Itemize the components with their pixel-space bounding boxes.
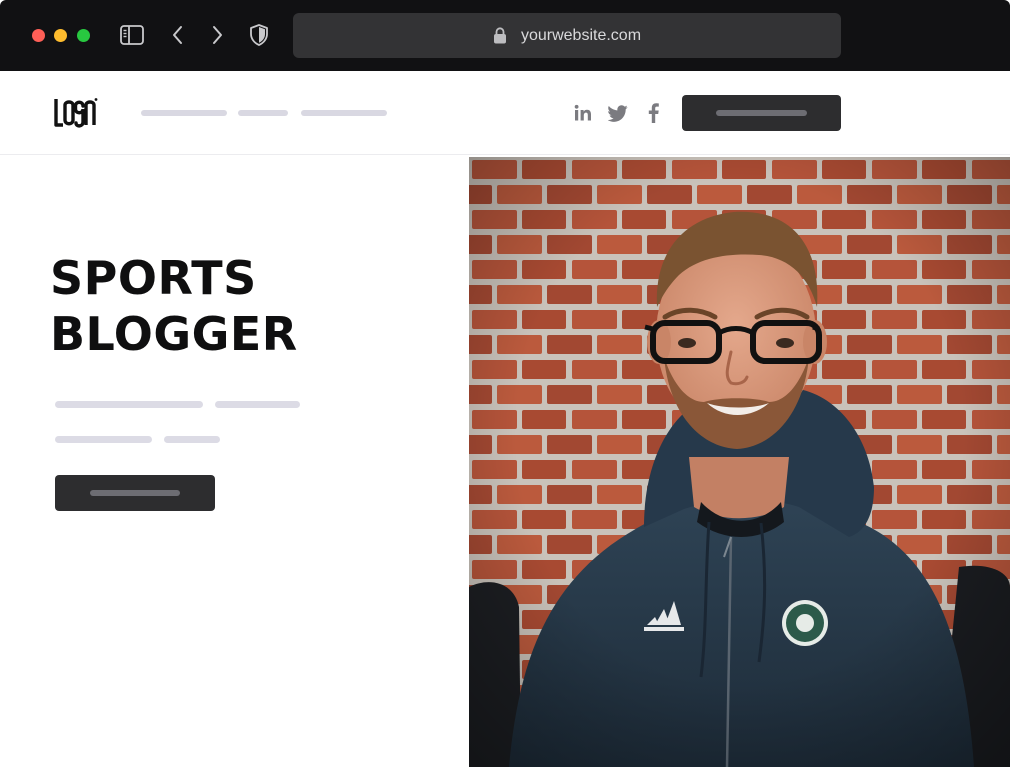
sidebar-icon[interactable] bbox=[119, 22, 145, 48]
header-cta-button[interactable] bbox=[682, 95, 841, 131]
hero-title-line-1: SPORTS bbox=[50, 251, 257, 305]
hero-text-placeholder bbox=[164, 436, 220, 443]
hero-title: SPORTS BLOGGER bbox=[50, 250, 430, 362]
minimize-window-button[interactable] bbox=[54, 29, 67, 42]
hero-text-placeholder bbox=[55, 436, 152, 443]
facebook-icon[interactable] bbox=[643, 102, 663, 124]
site-logo[interactable] bbox=[54, 96, 98, 130]
nav-link-placeholder-3[interactable] bbox=[301, 110, 387, 116]
close-window-button[interactable] bbox=[32, 29, 45, 42]
linkedin-icon[interactable] bbox=[573, 102, 593, 124]
header-cta-label-placeholder bbox=[716, 110, 807, 116]
address-bar[interactable]: yourwebsite.com bbox=[293, 13, 841, 58]
nav-link-placeholder-1[interactable] bbox=[141, 110, 227, 116]
back-arrow-icon[interactable] bbox=[165, 22, 191, 48]
shield-icon[interactable] bbox=[246, 22, 272, 48]
hero-title-line-2: BLOGGER bbox=[50, 307, 298, 361]
maximize-window-button[interactable] bbox=[77, 29, 90, 42]
browser-toolbar: yourwebsite.com bbox=[0, 0, 1010, 71]
url-text: yourwebsite.com bbox=[520, 26, 642, 44]
hero-photo bbox=[469, 157, 1010, 767]
hero-cta-button[interactable] bbox=[55, 475, 215, 511]
hero-text-placeholder bbox=[55, 401, 203, 408]
twitter-icon[interactable] bbox=[608, 102, 628, 124]
lock-icon bbox=[493, 27, 507, 44]
nav-link-placeholder-2[interactable] bbox=[238, 110, 288, 116]
forward-arrow-icon[interactable] bbox=[204, 22, 230, 48]
hero-text-placeholder bbox=[215, 401, 300, 408]
hero-cta-label-placeholder bbox=[90, 490, 180, 496]
